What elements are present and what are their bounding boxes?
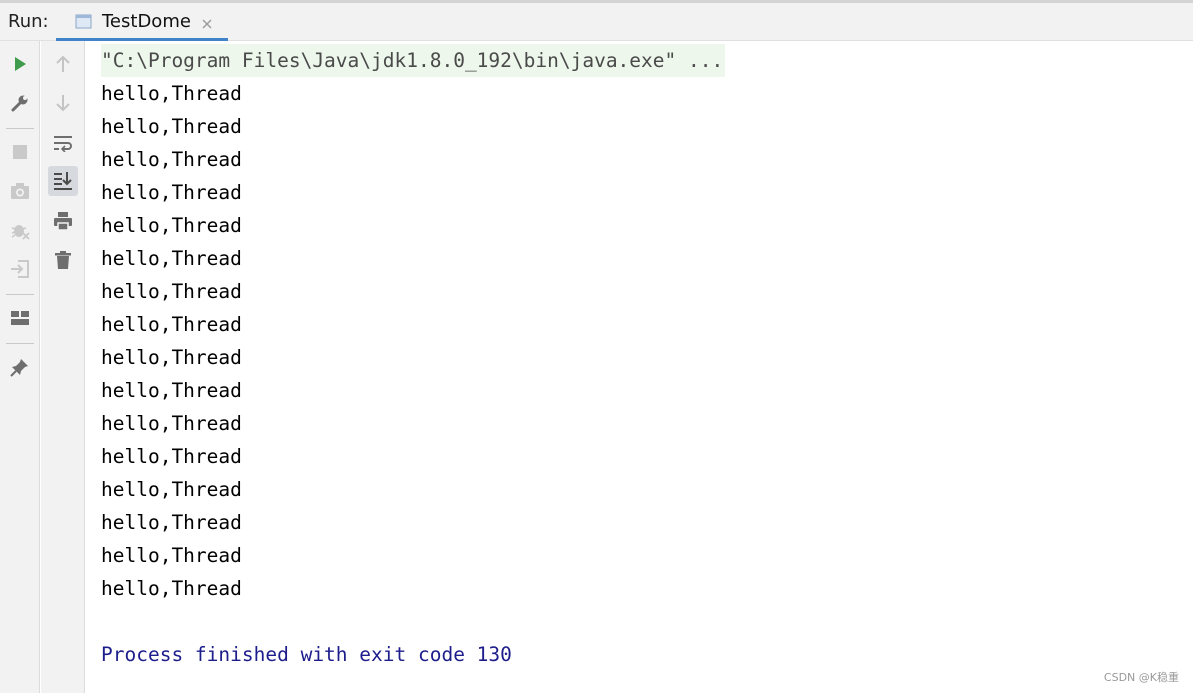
- pin-icon: [10, 357, 30, 377]
- toolbar-divider: [6, 128, 34, 129]
- output-line: hello,Thread: [101, 478, 242, 501]
- output-line: hello,Thread: [101, 511, 242, 534]
- dump-threads-button[interactable]: [5, 176, 35, 206]
- output-line: hello,Thread: [101, 280, 242, 303]
- debug-button[interactable]: [5, 215, 35, 245]
- trash-icon: [54, 250, 72, 270]
- exit-button[interactable]: [5, 254, 35, 284]
- previous-occurrence-button[interactable]: [48, 49, 78, 79]
- output-line: hello,Thread: [101, 148, 242, 171]
- run-actions-toolbar: [0, 41, 40, 693]
- pin-tab-button[interactable]: [5, 352, 35, 382]
- restore-layout-button[interactable]: [5, 303, 35, 333]
- print-button[interactable]: [48, 206, 78, 236]
- run-label: Run:: [8, 11, 49, 32]
- clear-all-button[interactable]: [48, 245, 78, 275]
- rerun-button[interactable]: [5, 49, 35, 79]
- close-icon[interactable]: [201, 15, 213, 29]
- debug-icon: [10, 220, 30, 240]
- exit-icon: [10, 259, 30, 279]
- output-line: hello,Thread: [101, 115, 242, 138]
- up-arrow-icon: [55, 55, 71, 73]
- soft-wrap-icon: [53, 134, 73, 152]
- camera-icon: [10, 182, 30, 200]
- output-line: hello,Thread: [101, 379, 242, 402]
- print-icon: [53, 211, 73, 231]
- run-tool-header: Run: TestDome: [0, 3, 1193, 41]
- command-line: "C:\Program Files\Java\jdk1.8.0_192\bin\…: [101, 44, 726, 77]
- exit-message: Process finished with exit code 130: [101, 643, 512, 666]
- down-arrow-icon: [55, 94, 71, 112]
- output-line: hello,Thread: [101, 82, 242, 105]
- soft-wrap-button[interactable]: [48, 128, 78, 158]
- output-line: hello,Thread: [101, 181, 242, 204]
- toolbar-divider: [6, 294, 34, 295]
- layout-icon: [10, 310, 30, 326]
- output-line: hello,Thread: [101, 544, 242, 567]
- output-line: hello,Thread: [101, 214, 242, 237]
- output-line: hello,Thread: [101, 346, 242, 369]
- scroll-to-end-button[interactable]: [48, 166, 78, 196]
- watermark: CSDN @K稳重: [1103, 671, 1179, 684]
- output-line: hello,Thread: [101, 445, 242, 468]
- output-line: hello,Thread: [101, 247, 242, 270]
- rerun-icon: [11, 55, 29, 73]
- output-line: hello,Thread: [101, 577, 242, 600]
- console-output[interactable]: "C:\Program Files\Java\jdk1.8.0_192\bin\…: [86, 41, 1193, 693]
- console-tab-icon: [75, 13, 92, 30]
- tab-title: TestDome: [102, 11, 191, 32]
- output-line: hello,Thread: [101, 313, 242, 336]
- tab-testdome[interactable]: TestDome: [56, 3, 228, 41]
- output-line: hello,Thread: [101, 412, 242, 435]
- wrench-icon: [10, 93, 30, 113]
- console-toolbar: [41, 41, 85, 693]
- stop-button[interactable]: [5, 137, 35, 167]
- edit-configuration-button[interactable]: [5, 88, 35, 118]
- scroll-to-end-icon: [53, 171, 73, 191]
- stop-icon: [12, 144, 28, 160]
- next-occurrence-button[interactable]: [48, 88, 78, 118]
- toolbar-divider: [6, 343, 34, 344]
